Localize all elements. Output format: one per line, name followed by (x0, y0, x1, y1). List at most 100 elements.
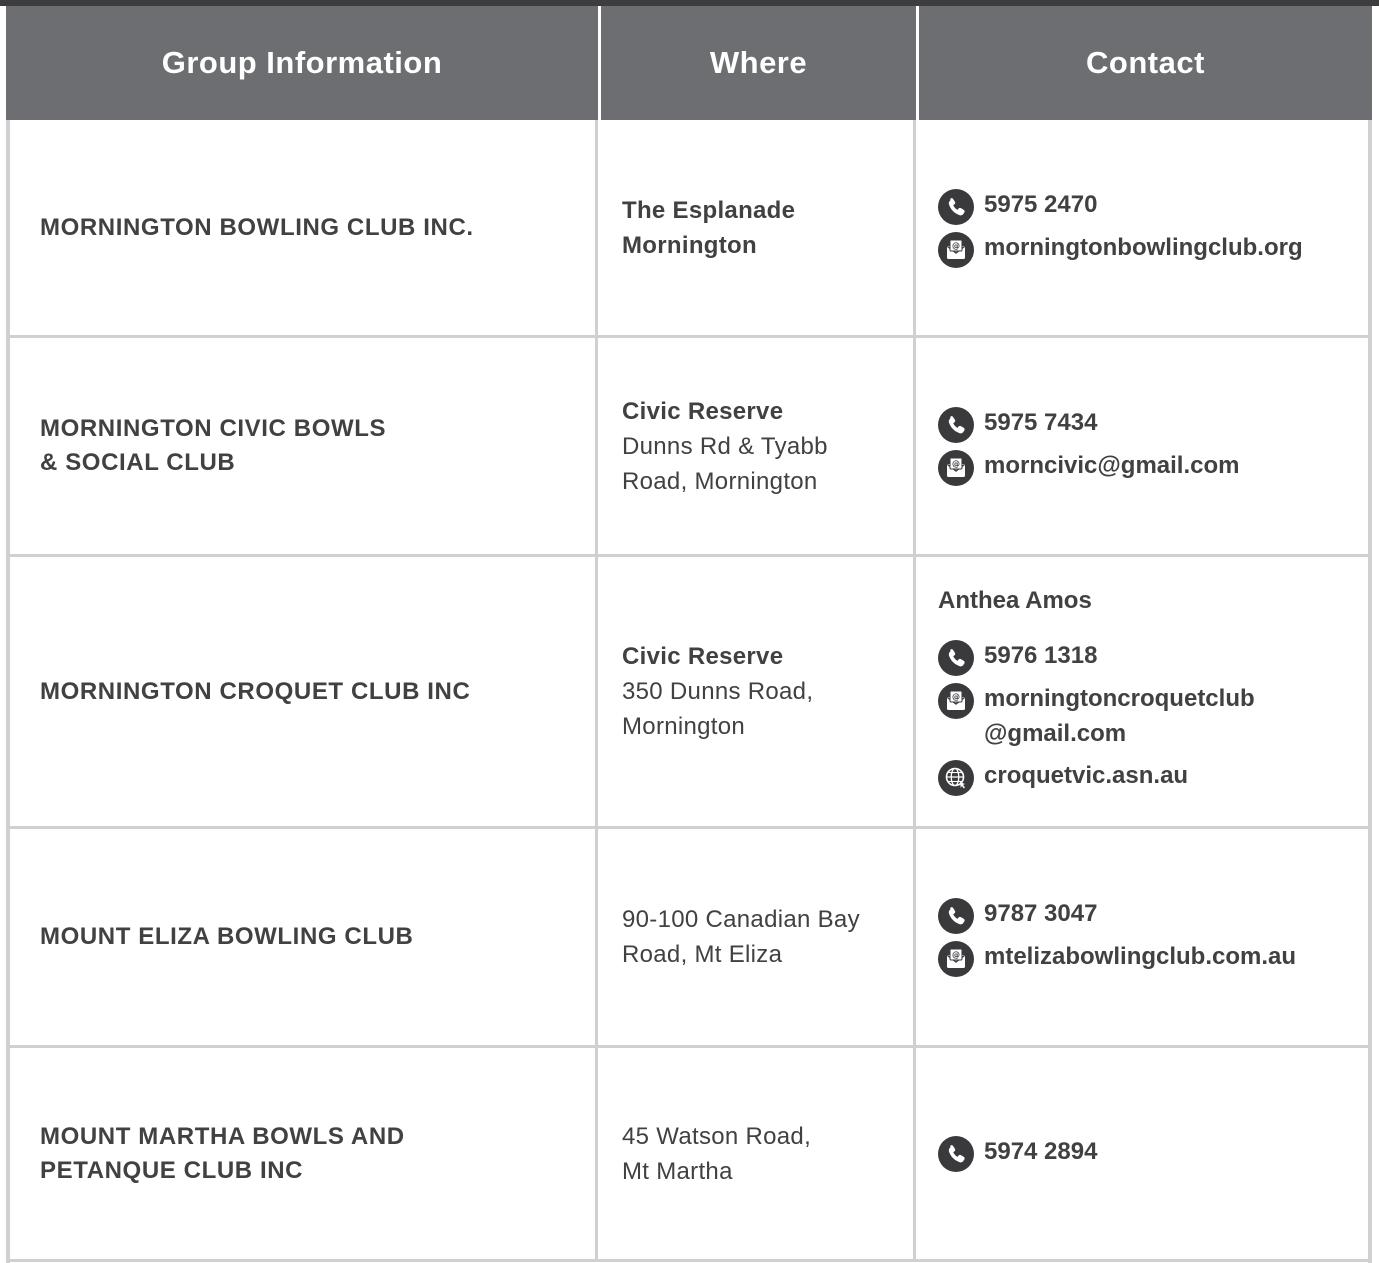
email-address[interactable]: morncivic@gmail.com (984, 448, 1239, 483)
address: 45 Watson Road, Mt Martha (622, 1119, 811, 1189)
phone-contact[interactable]: 5976 1318 (938, 638, 1255, 676)
contact-details: 5975 2470 @ morningtonbowlingclub.org (938, 185, 1303, 271)
phone-number[interactable]: 5975 7434 (984, 405, 1097, 440)
address-venue-line: Mornington (622, 231, 757, 259)
contact-cell: 5975 7434 @ morncivic@gmail.com (916, 338, 1372, 554)
email-address-line[interactable]: mtelizabowlingclub.com.au (984, 939, 1296, 974)
club-name-line: MORNINGTON BOWLING CLUB INC. (40, 213, 474, 241)
email-icon: @ (938, 941, 974, 977)
email-address-line[interactable]: morningtoncroquetclub (984, 681, 1255, 716)
address: Civic Reserve Dunns Rd & Tyabb Road, Morni… (622, 394, 828, 499)
phone-number[interactable]: 5974 2894 (984, 1134, 1097, 1169)
where-cell: 45 Watson Road, Mt Martha (598, 1048, 916, 1259)
email-contact[interactable]: @ morningtonbowlingclub.org (938, 230, 1303, 268)
group-information-cell: MOUNT ELIZA BOWLING CLUB (6, 829, 598, 1045)
phone-icon (938, 898, 974, 934)
where-cell: The Esplanade Mornington (598, 120, 916, 335)
phone-contact[interactable]: 5975 7434 (938, 405, 1239, 443)
phone-contact[interactable]: 9787 3047 (938, 896, 1296, 934)
svg-text:@: @ (952, 460, 960, 469)
svg-text:@: @ (952, 241, 960, 250)
contact-details: 5975 7434 @ morncivic@gmail.com (938, 403, 1239, 489)
address-line: Road, Mornington (622, 467, 818, 495)
website-link[interactable]: croquetvic.asn.au (984, 758, 1188, 793)
email-address-line[interactable]: @gmail.com (984, 716, 1255, 751)
where-cell: Civic Reserve 350 Dunns Road, Mornington (598, 557, 916, 826)
club-name-line: & SOCIAL CLUB (40, 449, 236, 476)
where-cell: Civic Reserve Dunns Rd & Tyabb Road, Morni… (598, 338, 916, 554)
email-address-line[interactable]: morningtonbowlingclub.org (984, 230, 1303, 265)
club-name: MOUNT MARTHA BOWLS AND PETANQUE CLUB INC (40, 1120, 405, 1188)
contact-details: Anthea Amos 5976 1318 @ morningtoncroquetcl… (938, 584, 1255, 799)
address-line: Mornington (622, 713, 746, 740)
email-contact[interactable]: @ mtelizabowlingclub.com.au (938, 939, 1296, 977)
table-row: MORNINGTON CIVIC BOWLS & SOCIAL CLUB Civic… (6, 338, 1372, 557)
header-contact: Contact (1086, 45, 1205, 80)
address: Civic Reserve 350 Dunns Road, Mornington (622, 639, 813, 744)
contact-cell: 5974 2894 (916, 1048, 1372, 1259)
email-address-line[interactable]: morncivic@gmail.com (984, 448, 1239, 483)
email-address[interactable]: mtelizabowlingclub.com.au (984, 939, 1296, 974)
header-where: Where (601, 6, 919, 120)
phone-contact[interactable]: 5975 2470 (938, 187, 1303, 225)
header-group-information: Group Information (6, 6, 601, 120)
club-name-line: MORNINGTON CROQUET CLUB INC (40, 677, 471, 705)
phone-contact[interactable]: 5974 2894 (938, 1134, 1097, 1172)
club-name: MORNINGTON CIVIC BOWLS & SOCIAL CLUB (40, 412, 386, 480)
phone-icon (938, 407, 974, 443)
phone-icon (938, 1136, 974, 1172)
address-line: Road, Mt Eliza (622, 941, 783, 968)
club-name-line: PETANQUE CLUB INC (40, 1156, 304, 1184)
email-icon: @ (938, 450, 974, 486)
club-name: MOUNT ELIZA BOWLING CLUB (40, 920, 413, 954)
email-icon: @ (938, 683, 974, 719)
address: The Esplanade Mornington (622, 193, 795, 263)
address-line: 350 Dunns Road, (622, 678, 814, 705)
contact-cell: 5975 2470 @ morningtonbowlingclub.org (916, 120, 1372, 335)
address-line: Dunns Rd & Tyabb (622, 432, 828, 460)
svg-text:@: @ (952, 951, 960, 960)
email-address[interactable]: morningtoncroquetclub @gmail.com (984, 681, 1255, 751)
group-information-cell: MORNINGTON CROQUET CLUB INC (6, 557, 598, 826)
contact-cell: 9787 3047 @ mtelizabowlingclub.com.au (916, 829, 1372, 1045)
address-line: Mt Martha (622, 1157, 733, 1185)
phone-number[interactable]: 9787 3047 (984, 896, 1097, 931)
address: 90-100 Canadian Bay Road, Mt Eliza (622, 902, 860, 972)
address-line: 90-100 Canadian Bay (622, 906, 860, 933)
website-contact[interactable]: croquetvic.asn.au (938, 758, 1255, 796)
club-name-line: MORNINGTON CIVIC BOWLS (40, 415, 387, 442)
table-body: MORNINGTON BOWLING CLUB INC. The Esplanad… (6, 120, 1372, 1262)
address-venue-line: Civic Reserve (622, 643, 784, 670)
address-venue-line: Civic Reserve (622, 397, 784, 425)
email-address[interactable]: morningtonbowlingclub.org (984, 230, 1303, 265)
contact-person-name: Anthea Amos (938, 587, 1092, 614)
clubs-table: Group Information Where Contact MORNINGT… (6, 6, 1372, 1263)
contact-details: 9787 3047 @ mtelizabowlingclub.com.au (938, 894, 1296, 980)
group-information-cell: MOUNT MARTHA BOWLS AND PETANQUE CLUB INC (6, 1048, 598, 1259)
email-contact[interactable]: @ morningtoncroquetclub @gmail.com (938, 681, 1255, 751)
phone-icon (938, 640, 974, 676)
contact-details: 5974 2894 (938, 1132, 1097, 1175)
email-icon: @ (938, 231, 974, 268)
table-row: MOUNT MARTHA BOWLS AND PETANQUE CLUB INC 4… (6, 1048, 1372, 1262)
phone-number[interactable]: 5975 2470 (984, 187, 1097, 222)
table-row: MORNINGTON CROQUET CLUB INC Civic Reserve… (6, 557, 1372, 829)
email-contact[interactable]: @ morncivic@gmail.com (938, 448, 1239, 486)
address-venue-line: The Esplanade (622, 196, 796, 224)
group-information-cell: MORNINGTON CIVIC BOWLS & SOCIAL CLUB (6, 338, 598, 554)
club-name-line: MOUNT ELIZA BOWLING CLUB (40, 923, 414, 950)
phone-number[interactable]: 5976 1318 (984, 638, 1097, 673)
where-cell: 90-100 Canadian Bay Road, Mt Eliza (598, 829, 916, 1045)
group-information-cell: MORNINGTON BOWLING CLUB INC. (6, 120, 598, 335)
club-name: MORNINGTON BOWLING CLUB INC. (40, 211, 474, 245)
svg-text:@: @ (952, 693, 960, 702)
table-header: Group Information Where Contact (6, 6, 1372, 120)
table-row: MORNINGTON BOWLING CLUB INC. The Esplanad… (6, 120, 1372, 338)
address-line: 45 Watson Road, (622, 1122, 812, 1150)
contact-cell: Anthea Amos 5976 1318 @ morningtoncroquetcl… (916, 557, 1372, 826)
table-row: MOUNT ELIZA BOWLING CLUB 90-100 Canadian … (6, 829, 1372, 1048)
phone-icon (938, 188, 974, 225)
club-name: MORNINGTON CROQUET CLUB INC (40, 675, 470, 709)
club-name-line: MOUNT MARTHA BOWLS AND (40, 1122, 405, 1150)
globe-icon (938, 760, 974, 796)
